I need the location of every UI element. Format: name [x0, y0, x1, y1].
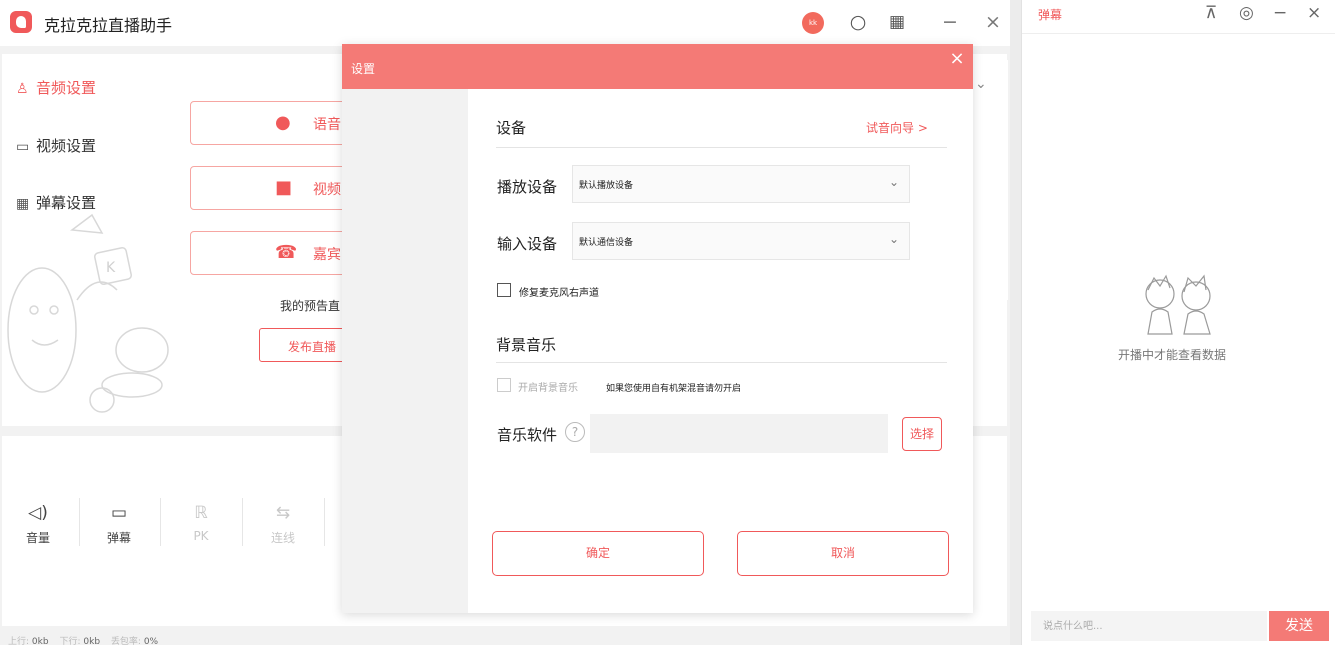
divider [79, 498, 80, 546]
fix-mic-label: 修复麦克风右声道 [519, 288, 599, 299]
guest-mode-label: 嘉宾 [313, 247, 341, 263]
music-software-field[interactable] [590, 414, 888, 453]
settings-icon[interactable]: ◎ [1239, 3, 1254, 23]
empty-state-illustration [1145, 274, 1211, 335]
pk-icon: ℝ [194, 503, 208, 523]
divider [242, 498, 243, 546]
microphone-icon: ● [275, 112, 291, 133]
bgm-hint: 如果您使用自有机架混音请勿开启 [606, 384, 742, 394]
danmu-message-input[interactable] [1031, 611, 1267, 641]
nav-danmu-settings[interactable]: ▦ 弹幕设置 [16, 192, 96, 213]
bgm-enable-label: 开启背景音乐 [518, 383, 578, 394]
danmu-label: 弹幕 [106, 531, 131, 545]
input-device-label: 输入设备 [497, 235, 558, 253]
volume-label: 音量 [25, 531, 50, 545]
loss-label: 丢包率: [110, 637, 141, 645]
user-avatar[interactable]: kk [802, 12, 824, 34]
link-icon: ⇆ [275, 503, 291, 523]
upload-label: 上行: [8, 637, 30, 645]
danmu-window-title: 弹幕 [1038, 8, 1063, 22]
choose-button[interactable]: 选择 [902, 417, 942, 451]
minimize-icon[interactable]: − [937, 9, 963, 35]
nav-audio-label: 音频设置 [36, 79, 97, 97]
right-dropdown-panel [972, 60, 1008, 300]
playback-device-value: 默认播放设备 [579, 181, 634, 191]
loss-value: 0% [143, 637, 159, 645]
main-titlebar: 克拉克拉直播助手 kk ○ ▦ − × [0, 0, 1010, 46]
close-icon[interactable]: × [980, 9, 1006, 35]
microphone-icon: ♙ [16, 81, 29, 97]
help-icon[interactable]: ? [565, 422, 585, 442]
svg-text:K: K [106, 260, 116, 276]
help-icon[interactable]: ○ [845, 9, 871, 35]
divider [160, 498, 161, 546]
playback-device-select[interactable]: 默认播放设备 ⌄ [572, 165, 910, 203]
send-button[interactable]: 发送 [1269, 611, 1329, 641]
close-icon[interactable]: × [1307, 3, 1321, 23]
preview-notice: 我的预告直 [280, 299, 341, 313]
device-section-title: 设备 [496, 119, 527, 137]
input-device-value: 默认通信设备 [579, 238, 634, 248]
status-bar: 上行: 0kb 下行: 0kb 丢包率: 0% [8, 634, 166, 645]
link-control[interactable]: ⇆ 连线 [258, 503, 308, 546]
playback-device-label: 播放设备 [497, 178, 558, 196]
nav-video-label: 视频设置 [36, 137, 97, 155]
chevron-down-icon: ⌄ [889, 175, 900, 189]
grid-icon: ▦ [16, 196, 30, 212]
divider [1022, 33, 1335, 34]
music-software-label: 音乐软件 [497, 426, 558, 444]
download-value: 0kb [83, 637, 101, 645]
minimize-icon[interactable]: − [1273, 3, 1287, 23]
pk-control[interactable]: ℝ PK [176, 503, 226, 543]
cancel-button[interactable]: 取消 [737, 531, 949, 576]
camera-icon: ▭ [16, 139, 30, 155]
upload-value: 0kb [31, 637, 49, 645]
sound-test-wizard-link[interactable]: 试音向导 > [866, 119, 928, 136]
camera-icon: ■ [275, 177, 293, 198]
danmu-icon: ▭ [110, 503, 128, 523]
app-logo [10, 11, 32, 33]
voice-mode-label: 语音 [313, 117, 341, 133]
nav-audio-settings[interactable]: ♙ 音频设置 [16, 77, 96, 98]
app-title: 克拉克拉直播助手 [44, 16, 173, 35]
download-label: 下行: [59, 637, 81, 645]
fix-mic-checkbox[interactable] [497, 283, 511, 297]
volume-control[interactable]: ◁) 音量 [13, 503, 63, 546]
video-mode-label: 视频 [313, 182, 341, 198]
confirm-button[interactable]: 确定 [492, 531, 704, 576]
link-label: 连线 [270, 531, 295, 545]
input-device-select[interactable]: 默认通信设备 ⌄ [572, 222, 910, 260]
settings-title: 设置 [351, 62, 376, 76]
divider [324, 498, 325, 546]
danmu-control[interactable]: ▭ 弹幕 [94, 503, 144, 546]
nav-video-settings[interactable]: ▭ 视频设置 [16, 135, 96, 156]
settings-nav [342, 89, 468, 613]
pk-label: PK [193, 529, 209, 543]
pin-top-icon[interactable]: ⊼ [1205, 3, 1217, 23]
chevron-down-icon: ⌄ [889, 232, 900, 246]
grid-icon[interactable]: ▦ [884, 9, 910, 35]
divider [496, 147, 947, 148]
bgm-section-title: 背景音乐 [496, 336, 557, 354]
divider [496, 362, 947, 363]
volume-icon: ◁) [28, 503, 48, 523]
nav-danmu-label: 弹幕设置 [36, 194, 97, 212]
bgm-enable-checkbox[interactable] [497, 378, 511, 392]
chevron-down-icon[interactable]: ⌄ [975, 76, 987, 92]
phone-icon: ☎ [275, 242, 298, 263]
empty-state-text: 开播中才能查看数据 [1118, 348, 1227, 362]
close-icon[interactable]: × [940, 44, 974, 74]
settings-header: 设置 × [342, 44, 973, 89]
mascot-illustration: K [7, 213, 169, 413]
